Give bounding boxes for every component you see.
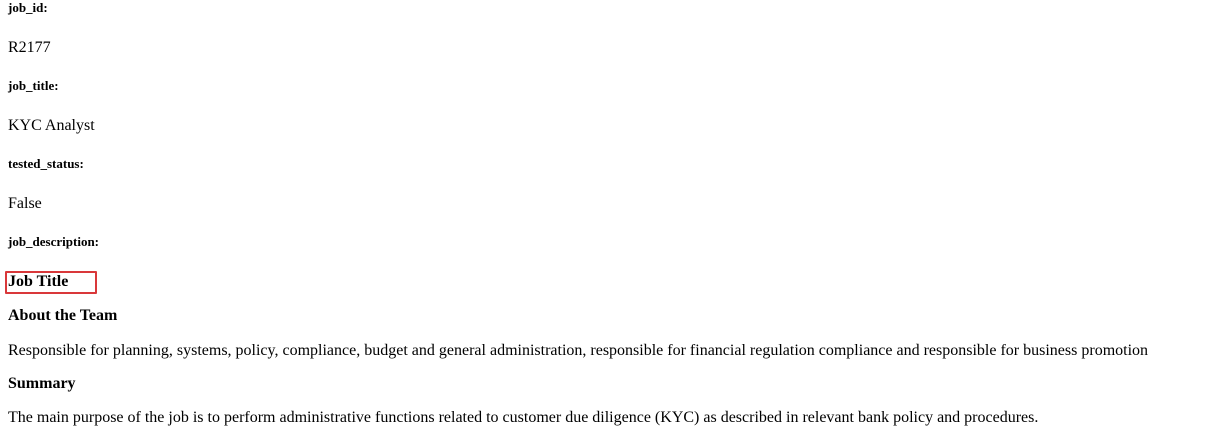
job-title-heading: Job Title bbox=[8, 273, 69, 290]
summary-heading: Summary bbox=[8, 375, 76, 392]
tested-status-value: False bbox=[8, 195, 42, 212]
job-id-value: R2177 bbox=[8, 39, 51, 56]
job-id-label: job_id: bbox=[8, 0, 48, 15]
job-title-label: job_title: bbox=[8, 78, 59, 93]
tested-status-label: tested_status: bbox=[8, 156, 84, 171]
about-team-text: Responsible for planning, systems, polic… bbox=[8, 342, 1149, 359]
about-team-heading: About the Team bbox=[8, 307, 118, 324]
summary-text: The main purpose of the job is to perfor… bbox=[8, 409, 1039, 426]
job-description-label: job_description: bbox=[8, 234, 99, 249]
job-title-value: KYC Analyst bbox=[8, 117, 95, 134]
